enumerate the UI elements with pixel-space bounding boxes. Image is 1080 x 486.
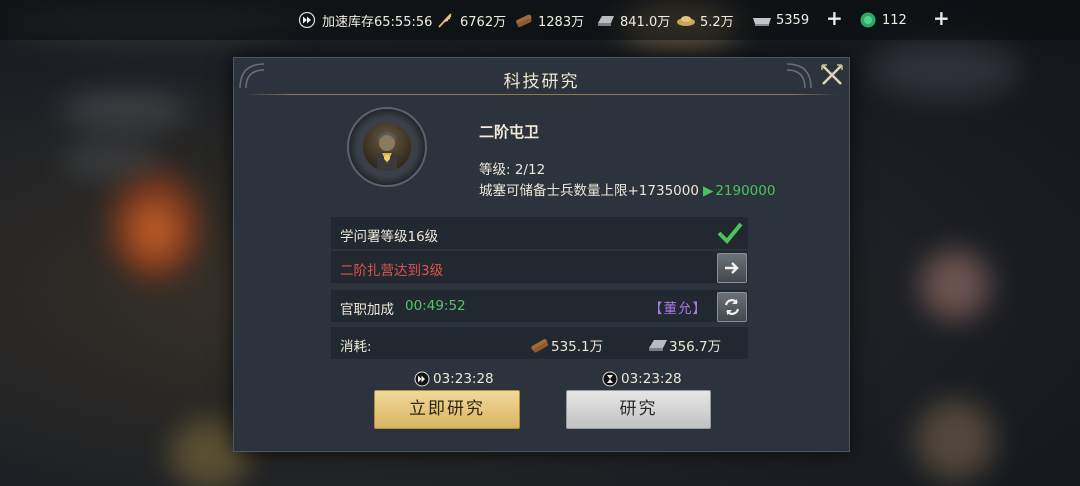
speed-storage[interactable]: 加速库存65:55:56 (298, 10, 432, 30)
resource-bar: 加速库存65:55:56 6762万 1283万 841.0万 5.2万 535… (0, 0, 1080, 40)
ingot-resource[interactable]: 5359 (752, 10, 809, 30)
instant-time-text: 03:23:28 (433, 371, 494, 387)
tech-research-dialog: 科技研究 二阶屯卫 等级: 2/12 城塞可储备士兵数量上限+1735000 ▶ 2… (233, 57, 850, 452)
soldier-portrait-icon (363, 123, 411, 171)
fast-forward-icon (414, 371, 430, 387)
checkmark-icon (717, 222, 743, 244)
requirement-text: 学问署等级16级 (340, 229, 439, 245)
instant-research-button[interactable]: 立即研究 (374, 390, 520, 429)
official-bonus-label: 官职加成 (340, 302, 394, 318)
research-button[interactable]: 研究 (566, 390, 711, 429)
ingot-amount: 5359 (776, 12, 810, 28)
research-time-text: 03:23:28 (621, 371, 682, 387)
speed-storage-text: 加速库存65:55:56 (322, 14, 433, 30)
official-name[interactable]: 【董允】 (649, 297, 707, 317)
refresh-official-button[interactable] (717, 292, 747, 322)
official-bonus-timer: 00:49:52 (405, 298, 466, 314)
tech-effect-next: 2190000 (715, 183, 776, 199)
food-resource[interactable]: 6762万 (436, 10, 506, 30)
corner-ornament-right-icon (786, 63, 812, 89)
tech-portrait-frame (347, 107, 427, 187)
silver-ingot-icon (677, 16, 695, 26)
wood-log-icon (516, 14, 532, 28)
iron-ingot-icon (598, 16, 614, 26)
silver-resource[interactable]: 5.2万 (676, 10, 734, 30)
requirement-row: 学问署等级16级 (331, 217, 748, 249)
instant-time: 03:23:28 (414, 371, 494, 387)
jade-amount: 112 (882, 12, 907, 28)
goto-button[interactable] (717, 253, 747, 283)
requirement-row: 二阶扎营达到3级 (331, 251, 748, 283)
refresh-icon (724, 299, 740, 315)
wood-log-icon (531, 339, 549, 353)
tech-name: 二阶屯卫 (479, 123, 540, 141)
dialog-title: 科技研究 (503, 72, 580, 92)
official-bonus-row: 官职加成 00:49:52 【董允】 (331, 290, 748, 322)
jade-icon (860, 12, 876, 28)
hourglass-icon (602, 371, 618, 387)
cost-wood: 535.1万 (529, 335, 603, 355)
silver-amount: 5.2万 (700, 14, 734, 30)
requirement-text: 二阶扎营达到3级 (340, 263, 444, 279)
wheat-icon (438, 13, 452, 28)
cost-row: 消耗: 535.1万 356.7万 (331, 327, 748, 359)
dialog-header: 科技研究 (234, 58, 849, 96)
fast-forward-icon (298, 12, 316, 28)
food-amount: 6762万 (460, 14, 507, 30)
cost-iron: 356.7万 (647, 335, 721, 355)
add-jade-button[interactable]: + (933, 6, 950, 30)
research-time: 03:23:28 (602, 371, 682, 387)
iron-ingot-icon (649, 340, 667, 351)
play-arrow-icon: ▶ (702, 183, 714, 199)
metal-bar-icon (753, 18, 771, 26)
arrow-right-icon (725, 262, 739, 274)
wood-resource[interactable]: 1283万 (514, 10, 584, 30)
close-icon[interactable] (819, 62, 845, 88)
iron-amount: 841.0万 (620, 14, 671, 30)
cost-label: 消耗: (340, 339, 372, 355)
cost-iron-amount: 356.7万 (669, 339, 722, 355)
jade-resource[interactable]: 112 (858, 10, 907, 30)
tech-level: 等级: 2/12 (479, 162, 546, 178)
tech-effect-current: 城塞可储备士兵数量上限+1735000 (479, 183, 699, 199)
iron-resource[interactable]: 841.0万 (596, 10, 670, 30)
add-ingot-button[interactable]: + (826, 6, 843, 30)
tech-effect: 城塞可储备士兵数量上限+1735000 ▶ 2190000 (479, 179, 775, 199)
wood-amount: 1283万 (538, 14, 585, 30)
cost-wood-amount: 535.1万 (551, 339, 604, 355)
